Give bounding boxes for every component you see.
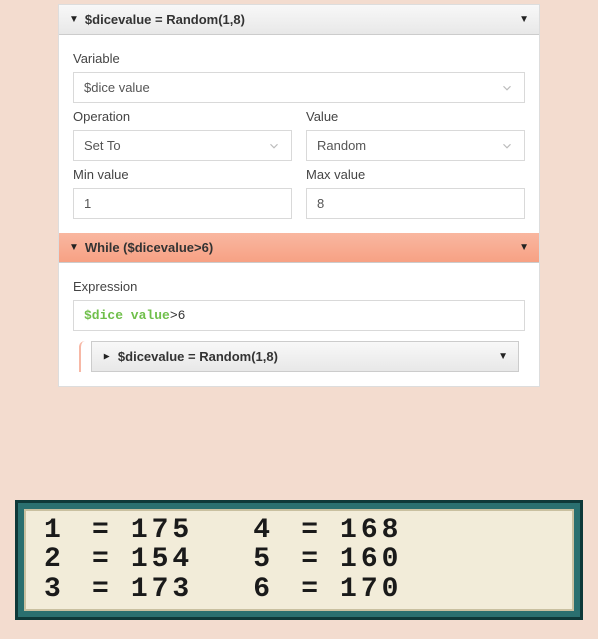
output-cell: 3=173 [44, 575, 193, 604]
min-label: Min value [73, 167, 292, 182]
output-cell: 1=175 [44, 516, 193, 545]
output-row: 1=175 4=168 [44, 516, 554, 545]
expression-var: $dice value [84, 308, 170, 323]
output-inner: 1=175 4=168 2=154 5=160 3=173 6=170 [24, 509, 574, 611]
collapse-icon: ▼ [519, 14, 529, 25]
value-value: Random [317, 138, 366, 153]
caret-right-icon: ▼ [101, 352, 112, 362]
while-body: Expression $dice value>6 ▼ $dicevalue = … [59, 263, 539, 386]
while-title: While ($dicevalue>6) [85, 240, 519, 255]
output-row: 3=173 6=170 [44, 575, 554, 604]
nested-container: ▼ $dicevalue = Random(1,8) ▼ [79, 341, 519, 372]
output-cell: 2=154 [44, 545, 193, 574]
output-row: 2=154 5=160 [44, 545, 554, 574]
max-value: 8 [317, 196, 324, 211]
while-header[interactable]: ▼ While ($dicevalue>6) ▼ [59, 233, 539, 263]
operation-label: Operation [73, 109, 292, 124]
output-cell: 4=168 [253, 516, 402, 545]
collapse-icon: ▼ [498, 351, 508, 362]
value-select[interactable]: Random [306, 130, 525, 161]
set-variable-body: Variable $dice value Operation Set To Va… [59, 35, 539, 233]
nested-title: $dicevalue = Random(1,8) [118, 349, 498, 364]
operation-select[interactable]: Set To [73, 130, 292, 161]
set-variable-header[interactable]: ▼ $dicevalue = Random(1,8) ▼ [59, 5, 539, 35]
chevron-down-icon [500, 139, 514, 153]
max-input[interactable]: 8 [306, 188, 525, 219]
variable-value: $dice value [84, 80, 150, 95]
variable-label: Variable [73, 51, 525, 66]
max-label: Max value [306, 167, 525, 182]
nested-set-variable-header[interactable]: ▼ $dicevalue = Random(1,8) ▼ [91, 341, 519, 372]
value-label: Value [306, 109, 525, 124]
chevron-down-icon [267, 139, 281, 153]
chevron-down-icon [500, 81, 514, 95]
expression-rest: >6 [170, 308, 186, 323]
operation-value: Set To [84, 138, 121, 153]
editor-panel: ▼ $dicevalue = Random(1,8) ▼ Variable $d… [58, 4, 540, 387]
output-display: 1=175 4=168 2=154 5=160 3=173 6=170 [15, 500, 583, 620]
expression-label: Expression [73, 279, 525, 294]
caret-down-icon: ▼ [69, 242, 79, 253]
variable-select[interactable]: $dice value [73, 72, 525, 103]
expression-input[interactable]: $dice value>6 [73, 300, 525, 331]
min-input[interactable]: 1 [73, 188, 292, 219]
output-cell: 6=170 [253, 575, 402, 604]
output-cell: 5=160 [253, 545, 402, 574]
min-value: 1 [84, 196, 91, 211]
caret-down-icon: ▼ [69, 14, 79, 25]
collapse-icon: ▼ [519, 242, 529, 253]
block-title: $dicevalue = Random(1,8) [85, 12, 519, 27]
